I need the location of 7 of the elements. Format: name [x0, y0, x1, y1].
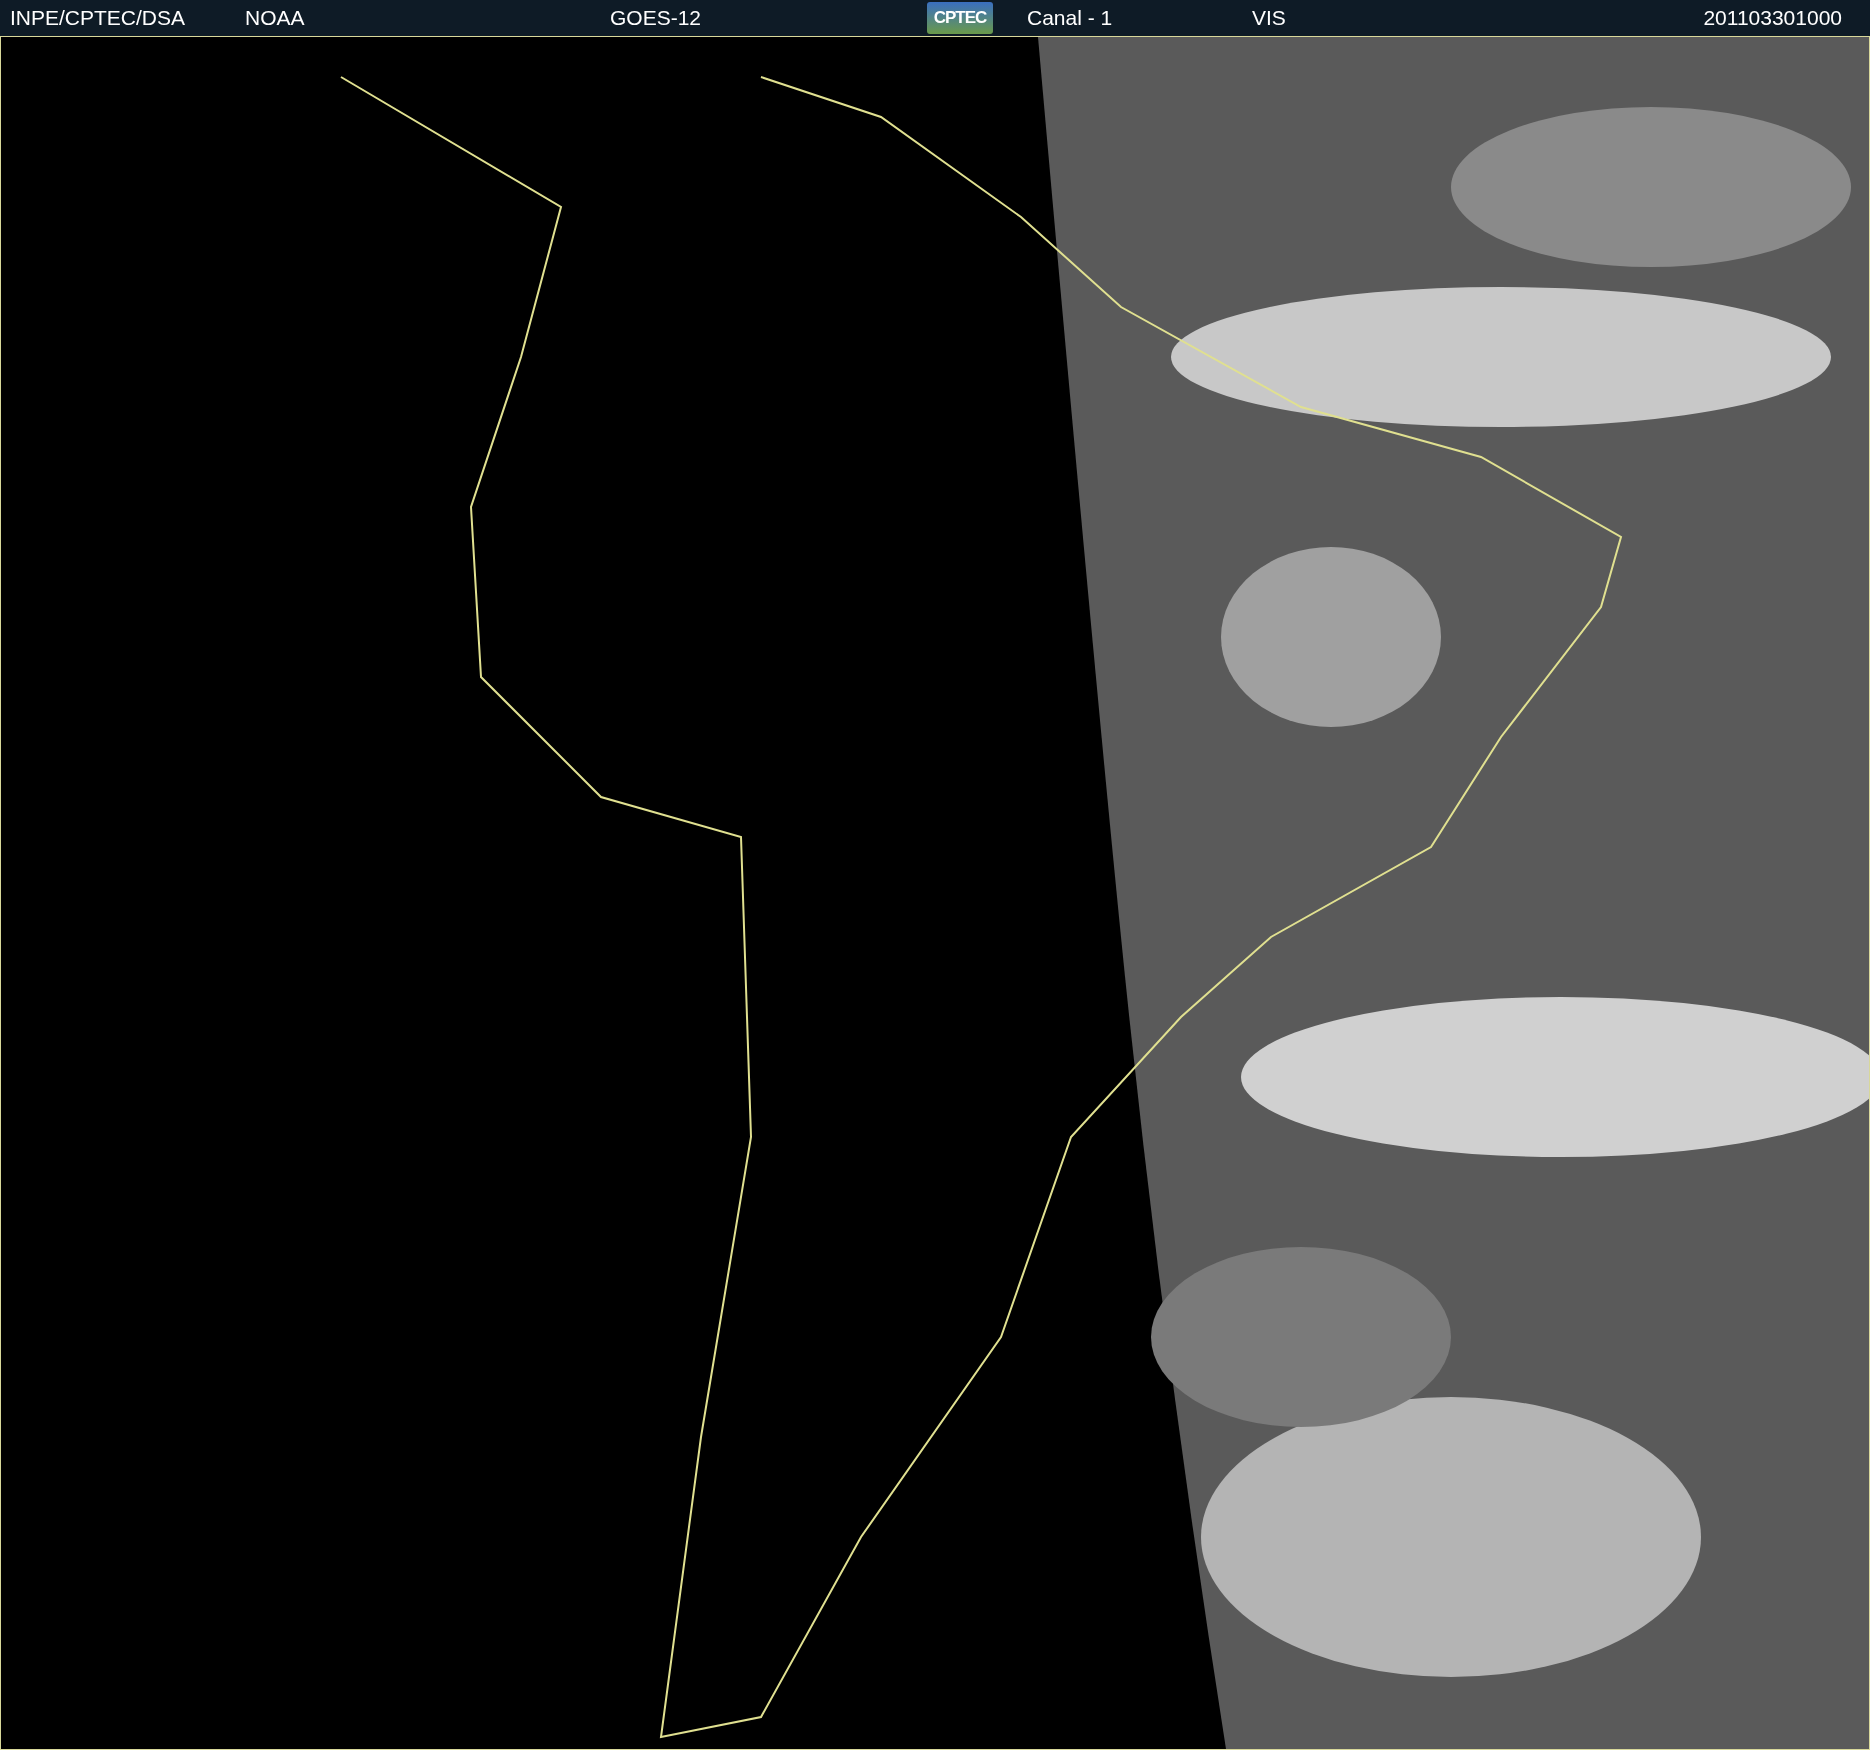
channel-label: Canal - 1 [1027, 6, 1114, 30]
satellite-label: GOES-12 [610, 6, 703, 30]
source-label: INPE/CPTEC/DSA [10, 6, 187, 30]
band-label: VIS [1252, 6, 1287, 30]
agency-label: NOAA [245, 6, 306, 30]
timestamp-label: 201103301000 [1703, 6, 1843, 30]
logo: CPTEC [927, 2, 993, 34]
